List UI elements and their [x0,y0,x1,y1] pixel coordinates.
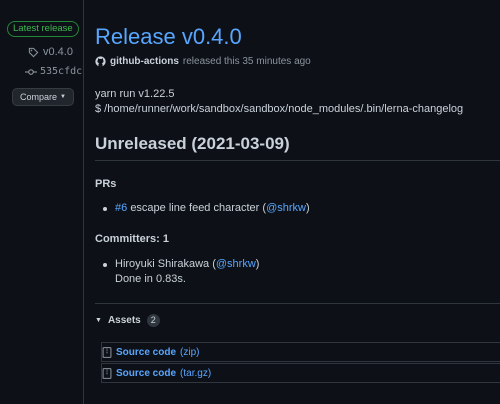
changelog-heading: Unreleased (2021-03-09) [95,134,290,153]
pr-text: escape line feed character ( [130,202,267,214]
heading-divider [95,160,500,161]
asset-name: Source code [116,346,177,358]
compare-button[interactable]: Compare ▼ [12,88,74,106]
committer-name: Hiroyuki Shirakawa ( [115,258,216,270]
release-body: Release v0.4.0 github-actions released t… [95,0,500,404]
committer-list-item: Hiroyuki Shirakawa (@shrkw) Done in 0.83… [103,258,259,285]
assets-count: 2 [146,314,160,327]
asset-item[interactable]: Source code (zip) [101,342,500,362]
asset-format: (zip) [180,346,200,358]
command-line-1: yarn run v1.22.5 [95,88,175,100]
committers-label: Committers: 1 [95,233,169,245]
command-line-2: $ /home/runner/work/sandbox/sandbox/node… [95,103,464,115]
pr-line: #6 escape line feed character (@shrkw) [115,202,310,214]
assets-divider [95,303,500,304]
commit-hash: 535cfdc [40,66,83,77]
asset-name: Source code [116,367,177,379]
asset-format: (tar.gz) [180,367,212,379]
caret-down-icon: ▼ [60,94,66,100]
pr-link[interactable]: #6 [115,202,127,214]
release-author-row: github-actions released this 35 minutes … [95,56,311,67]
commit-icon [25,68,37,75]
committer-block: Hiroyuki Shirakawa (@shrkw) Done in 0.83… [115,258,259,285]
release-time: released this 35 minutes ago [182,56,311,67]
committer-line: Hiroyuki Shirakawa (@shrkw) [115,258,259,270]
release-title[interactable]: Release v0.4.0 [95,24,242,50]
bullet [103,263,107,267]
commit-link[interactable]: 535cfdc [25,66,82,77]
zip-file-icon [102,346,112,358]
assets-toggle[interactable]: ▼ Assets 2 [95,314,160,327]
asset-item[interactable]: Source code (tar.gz) [101,363,500,383]
committer-close: ) [255,258,260,270]
assets-label: Assets [107,315,141,326]
pr-list-item: #6 escape line feed character (@shrkw) [103,202,310,214]
github-icon [95,56,106,67]
done-text: Done in 0.83s. [115,273,186,285]
pr-user-link[interactable]: @shrkw [266,202,306,214]
latest-release-badge: Latest release [7,21,79,37]
committer-user-link[interactable]: @shrkw [216,258,256,270]
bullet [103,207,107,211]
pr-close: ) [305,202,310,214]
release-sidebar: Latest release v0.4.0 535cfdc Compare ▼ [0,0,84,404]
author-link[interactable]: github-actions [110,56,179,67]
tag-link[interactable]: v0.4.0 [28,46,73,58]
zip-file-icon [102,367,112,379]
prs-label: PRs [95,178,117,190]
tag-icon [28,47,39,57]
tag-name: v0.4.0 [43,46,73,58]
caret-down-icon: ▼ [95,317,102,324]
compare-button-label: Compare [20,92,58,102]
